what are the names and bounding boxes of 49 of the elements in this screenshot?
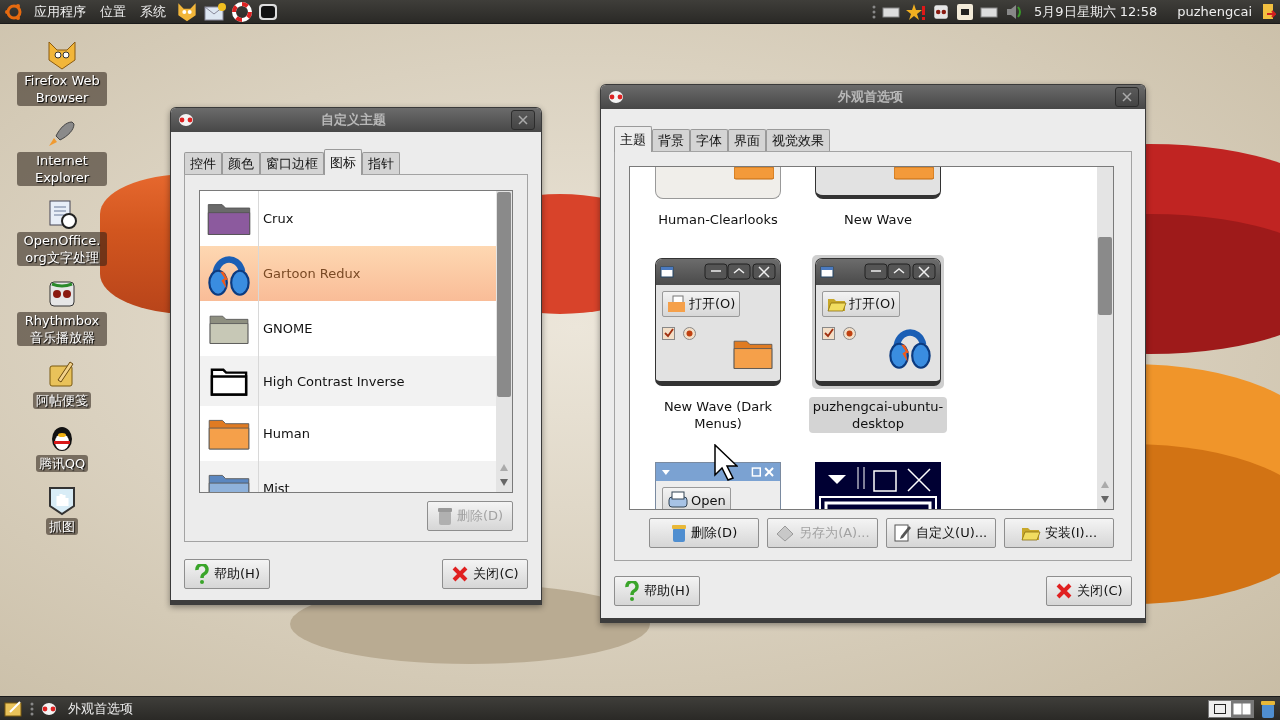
desktop-icon-label[interactable]: 抓图 xyxy=(46,518,78,535)
theme-thumbnail[interactable]: Open xyxy=(652,459,784,509)
tab[interactable]: 字体 xyxy=(690,129,728,151)
desktop-icon-label[interactable]: Firefox Web Browser xyxy=(17,72,107,106)
tab[interactable]: 主题 xyxy=(614,126,652,152)
menu-item[interactable]: 应用程序 xyxy=(30,2,90,21)
theme-name: Gartoon Redux xyxy=(262,266,361,281)
open-button: Open xyxy=(662,487,731,509)
tab[interactable]: 图标 xyxy=(324,149,362,175)
action-button[interactable]: 自定义(U)... xyxy=(885,518,996,548)
tab[interactable]: 界面 xyxy=(728,129,766,151)
window-title: 自定义主题 xyxy=(319,111,387,129)
menu-item[interactable]: 系统 xyxy=(136,2,170,21)
close-button[interactable]: 关闭(C) xyxy=(442,559,528,589)
theme-thumbnail[interactable]: 打开(O) xyxy=(812,255,944,389)
close-button[interactable]: 关闭(C) xyxy=(1046,576,1132,606)
desktop-icon-label[interactable]: Rhythmbox 音乐播放器 xyxy=(17,312,107,346)
theme-name: GNOME xyxy=(262,321,313,336)
list-row[interactable]: Gartoon Redux xyxy=(200,246,496,301)
clock[interactable]: 5月9日星期六 12:58 xyxy=(1030,2,1162,21)
menu-item[interactable]: 位置 xyxy=(96,2,130,21)
theme-name[interactable]: New Wave xyxy=(809,210,947,229)
help-button[interactable]: 帮助(H) xyxy=(184,559,270,589)
desktop-icon-label[interactable]: Internet Explorer xyxy=(17,152,107,186)
theme-name[interactable]: puzhengcai-ubuntu-desktop xyxy=(809,397,947,433)
help-button[interactable]: 帮助(H) xyxy=(614,576,700,606)
theme-name[interactable]: New Wave (Dark Menus) xyxy=(649,397,787,433)
desktop-icon-label[interactable]: 腾讯QQ xyxy=(35,455,89,472)
desktop-icon-label[interactable]: 阿帖便笺 xyxy=(33,392,91,409)
action-button[interactable]: 删除(D) xyxy=(649,518,760,548)
action-button[interactable]: 安装(I)... xyxy=(1003,518,1114,548)
open-button: 打开(O) xyxy=(662,291,741,317)
window-title: 外观首选项 xyxy=(836,88,904,106)
desktop-icon-label[interactable]: OpenOffice.org文字处理 xyxy=(17,232,107,266)
list-row[interactable]: High Contrast Inverse xyxy=(200,356,496,406)
theme-name: Crux xyxy=(262,211,294,226)
theme-name: High Contrast Inverse xyxy=(262,373,405,389)
tab[interactable]: 控件 xyxy=(184,152,222,174)
tab[interactable]: 窗口边框 xyxy=(260,152,324,174)
open-button: 打开(O) xyxy=(822,291,901,317)
taskbar-button[interactable]: 外观首选项 xyxy=(64,699,137,718)
tab[interactable]: 指针 xyxy=(362,152,400,174)
tab[interactable]: 颜色 xyxy=(222,152,260,174)
user-name[interactable]: puzhengcai xyxy=(1173,4,1256,19)
tab[interactable]: 视觉效果 xyxy=(766,129,830,151)
tab[interactable]: 背景 xyxy=(652,129,690,151)
theme-thumbnail[interactable]: 打开(O) xyxy=(652,255,784,389)
theme-name[interactable]: Human-Clearlooks xyxy=(649,210,787,229)
theme-name: Human xyxy=(262,426,310,441)
